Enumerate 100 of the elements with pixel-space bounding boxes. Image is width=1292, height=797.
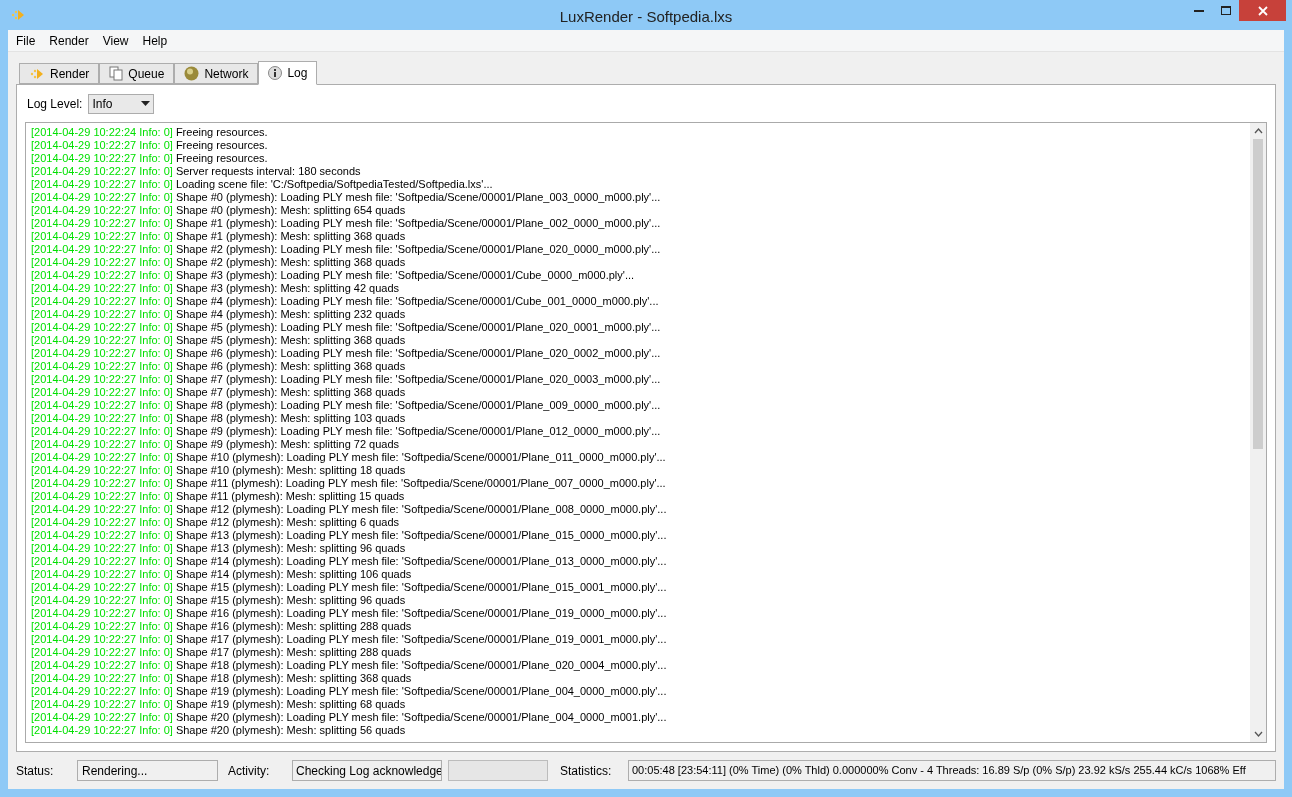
- log-message: Shape #10 (plymesh): Mesh: splitting 18 quads: [175, 464, 406, 477]
- menu-item[interactable]: View: [95, 31, 136, 50]
- activity-label: Activity:: [227, 762, 271, 780]
- close-icon: [1257, 5, 1268, 16]
- log-message: Shape #17 (plymesh): Loading PLY mesh file: 'Softpedia/Scene/00001/Plane_019_0001_m000.ply'...: [175, 633, 667, 646]
- log-message: Shape #14 (plymesh): Mesh: splitting 106 quads: [175, 568, 412, 581]
- log-timestamp: [2014-04-29 10:22:27 Info: 0]: [31, 451, 173, 464]
- log-timestamp: [2014-04-29 10:22:27 Info: 0]: [31, 646, 173, 659]
- log-message: Shape #18 (plymesh): Mesh: splitting 368 quads: [175, 672, 412, 685]
- log-timestamp: [2014-04-29 10:22:27 Info: 0]: [31, 243, 173, 256]
- log-timestamp: [2014-04-29 10:22:27 Info: 0]: [31, 477, 173, 490]
- log-timestamp: [2014-04-29 10:22:27 Info: 0]: [31, 360, 173, 373]
- log-message: Shape #2 (plymesh): Mesh: splitting 368 quads: [175, 256, 406, 269]
- log-timestamp: [2014-04-29 10:22:27 Info: 0]: [31, 529, 173, 542]
- log-timestamp: [2014-04-29 10:22:27 Info: 0]: [31, 516, 173, 529]
- log-message: Shape #8 (plymesh): Mesh: splitting 103 quads: [175, 412, 406, 425]
- log-timestamp: [2014-04-29 10:22:27 Info: 0]: [31, 581, 173, 594]
- log-message: Freeing resources.: [175, 139, 268, 152]
- log-timestamp: [2014-04-29 10:22:27 Info: 0]: [31, 711, 173, 724]
- scroll-thumb[interactable]: [1253, 139, 1263, 449]
- log-timestamp: [2014-04-29 10:22:27 Info: 0]: [31, 295, 173, 308]
- log-timestamp: [2014-04-29 10:22:27 Info: 0]: [31, 464, 173, 477]
- log-timestamp: [2014-04-29 10:22:27 Info: 0]: [31, 685, 173, 698]
- info-icon: [268, 66, 283, 80]
- log-message: Shape #20 (plymesh): Loading PLY mesh file: 'Softpedia/Scene/00001/Plane_004_0000_m001.ply'...: [175, 711, 667, 724]
- log-timestamp: [2014-04-29 10:22:27 Info: 0]: [31, 399, 173, 412]
- log-message: Shape #1 (plymesh): Mesh: splitting 368 quads: [175, 230, 406, 243]
- log-message: Shape #13 (plymesh): Loading PLY mesh file: 'Softpedia/Scene/00001/Plane_015_0000_m000.ply'...: [175, 529, 667, 542]
- arrow-icon: [29, 66, 45, 81]
- log-timestamp: [2014-04-29 10:22:24 Info: 0]: [31, 126, 173, 139]
- log-timestamp: [2014-04-29 10:22:27 Info: 0]: [31, 139, 173, 152]
- tab[interactable]: Render: [19, 63, 100, 84]
- log-level-label: Log Level:: [27, 95, 83, 113]
- log-message: Shape #13 (plymesh): Mesh: splitting 96 quads: [175, 542, 406, 555]
- menu-item[interactable]: Help: [135, 31, 175, 50]
- log-message: Shape #19 (plymesh): Loading PLY mesh file: 'Softpedia/Scene/00001/Plane_004_0000_m000.ply'...: [175, 685, 667, 698]
- log-timestamp: [2014-04-29 10:22:27 Info: 0]: [31, 542, 173, 555]
- log-timestamp: [2014-04-29 10:22:27 Info: 0]: [31, 607, 173, 620]
- log-message: Shape #5 (plymesh): Loading PLY mesh file: 'Softpedia/Scene/00001/Plane_020_0001_m000.ply'...: [175, 321, 661, 334]
- log-message: Shape #19 (plymesh): Mesh: splitting 68 quads: [175, 698, 406, 711]
- log-timestamp: [2014-04-29 10:22:27 Info: 0]: [31, 269, 173, 282]
- log-message: Shape #15 (plymesh): Loading PLY mesh file: 'Softpedia/Scene/00001/Plane_015_0001_m000.ply'...: [175, 581, 667, 594]
- log-message: Shape #6 (plymesh): Mesh: splitting 368 quads: [175, 360, 406, 373]
- status-label: Status:: [16, 762, 55, 780]
- log-timestamp: [2014-04-29 10:22:27 Info: 0]: [31, 698, 173, 711]
- log-timestamp: [2014-04-29 10:22:27 Info: 0]: [31, 620, 173, 633]
- log-timestamp: [2014-04-29 10:22:27 Info: 0]: [31, 594, 173, 607]
- tab[interactable]: Log: [258, 61, 318, 85]
- log-timestamp: [2014-04-29 10:22:27 Info: 0]: [31, 425, 173, 438]
- log-timestamp: [2014-04-29 10:22:27 Info: 0]: [31, 152, 173, 165]
- log-message: Shape #8 (plymesh): Loading PLY mesh file: 'Softpedia/Scene/00001/Plane_009_0000_m000.ply'...: [175, 399, 661, 412]
- log-level-dropdown[interactable]: Info: [88, 93, 155, 114]
- log-timestamp: [2014-04-29 10:22:27 Info: 0]: [31, 386, 173, 399]
- log-message: Shape #15 (plymesh): Mesh: splitting 96 quads: [175, 594, 406, 607]
- log-message: Loading scene file: 'C:/Softpedia/SoftpediaTested/Softpedia.lxs'...: [175, 178, 493, 191]
- log-message: Shape #12 (plymesh): Loading PLY mesh file: 'Softpedia/Scene/00001/Plane_008_0000_m000.ply'...: [175, 503, 667, 516]
- log-timestamp: [2014-04-29 10:22:27 Info: 0]: [31, 503, 173, 516]
- log-message: Shape #6 (plymesh): Loading PLY mesh file: 'Softpedia/Scene/00001/Plane_020_0002_m000.ply'...: [175, 347, 661, 360]
- log-message: Shape #2 (plymesh): Loading PLY mesh file: 'Softpedia/Scene/00001/Plane_020_0000_m000.ply'...: [175, 243, 661, 256]
- status-field: Rendering...: [77, 760, 218, 781]
- log-message: Freeing resources.: [175, 126, 268, 139]
- menu-item[interactable]: File: [9, 31, 43, 50]
- log-timestamp: [2014-04-29 10:22:27 Info: 0]: [31, 308, 173, 321]
- log-message: Shape #17 (plymesh): Mesh: splitting 288 quads: [175, 646, 412, 659]
- log-message: Shape #3 (plymesh): Loading PLY mesh file: 'Softpedia/Scene/00001/Cube_0000_m000.ply'...: [175, 269, 635, 282]
- tab[interactable]: Queue: [99, 63, 175, 84]
- log-timestamp: [2014-04-29 10:22:27 Info: 0]: [31, 165, 173, 178]
- log-message: Shape #12 (plymesh): Mesh: splitting 6 quads: [175, 516, 400, 529]
- log-timestamp: [2014-04-29 10:22:27 Info: 0]: [31, 555, 173, 568]
- tab[interactable]: Network: [174, 63, 259, 84]
- log-timestamp: [2014-04-29 10:22:27 Info: 0]: [31, 230, 173, 243]
- pages-icon: [109, 66, 124, 81]
- log-message: Shape #1 (plymesh): Loading PLY mesh file: 'Softpedia/Scene/00001/Plane_002_0000_m000.ply'...: [175, 217, 661, 230]
- log-timestamp: [2014-04-29 10:22:27 Info: 0]: [31, 256, 173, 269]
- globe-icon: [184, 66, 200, 81]
- close-button[interactable]: [1239, 0, 1286, 21]
- log-timestamp: [2014-04-29 10:22:27 Info: 0]: [31, 412, 173, 425]
- log-message: Shape #4 (plymesh): Mesh: splitting 232 quads: [175, 308, 406, 321]
- log-timestamp: [2014-04-29 10:22:27 Info: 0]: [31, 347, 173, 360]
- window-title: LuxRender - Softpedia.lxs: [559, 7, 733, 27]
- log-message: Server requests interval: 180 seconds: [175, 165, 361, 178]
- statistics-field: 00:05:48 [23:54:11] (0% Time) (0% Thld) 0.000000% Conv - 4 Threads: 16.89 S/p (0% S/p) 23.92 kS/s 255.44 kC/s 1068% Eff: [628, 760, 1276, 781]
- log-message: Shape #4 (plymesh): Loading PLY mesh file: 'Softpedia/Scene/00001/Cube_001_0000_m000.ply'...: [175, 295, 659, 308]
- statistics-label: Statistics:: [559, 762, 613, 780]
- log-timestamp: [2014-04-29 10:22:27 Info: 0]: [31, 334, 173, 347]
- log-timestamp: [2014-04-29 10:22:27 Info: 0]: [31, 490, 173, 503]
- log-timestamp: [2014-04-29 10:22:27 Info: 0]: [31, 672, 173, 685]
- log-timestamp: [2014-04-29 10:22:27 Info: 0]: [31, 282, 173, 295]
- logo-icon: [10, 8, 26, 22]
- log-timestamp: [2014-04-29 10:22:27 Info: 0]: [31, 659, 173, 672]
- log-message: Shape #14 (plymesh): Loading PLY mesh file: 'Softpedia/Scene/00001/Plane_013_0000_m000.ply'...: [175, 555, 667, 568]
- log-timestamp: [2014-04-29 10:22:27 Info: 0]: [31, 633, 173, 646]
- log-message: Shape #7 (plymesh): Mesh: splitting 368 quads: [175, 386, 406, 399]
- menu-item[interactable]: Render: [42, 31, 96, 50]
- maximize-icon: [1220, 6, 1231, 15]
- minimize-icon: [1194, 9, 1204, 12]
- log-message: Shape #11 (plymesh): Mesh: splitting 15 quads: [175, 490, 405, 503]
- log-message: Shape #9 (plymesh): Loading PLY mesh file: 'Softpedia/Scene/00001/Plane_012_0000_m000.ply'...: [175, 425, 661, 438]
- log-timestamp: [2014-04-29 10:22:27 Info: 0]: [31, 373, 173, 386]
- log-message: Shape #5 (plymesh): Mesh: splitting 368 quads: [175, 334, 406, 347]
